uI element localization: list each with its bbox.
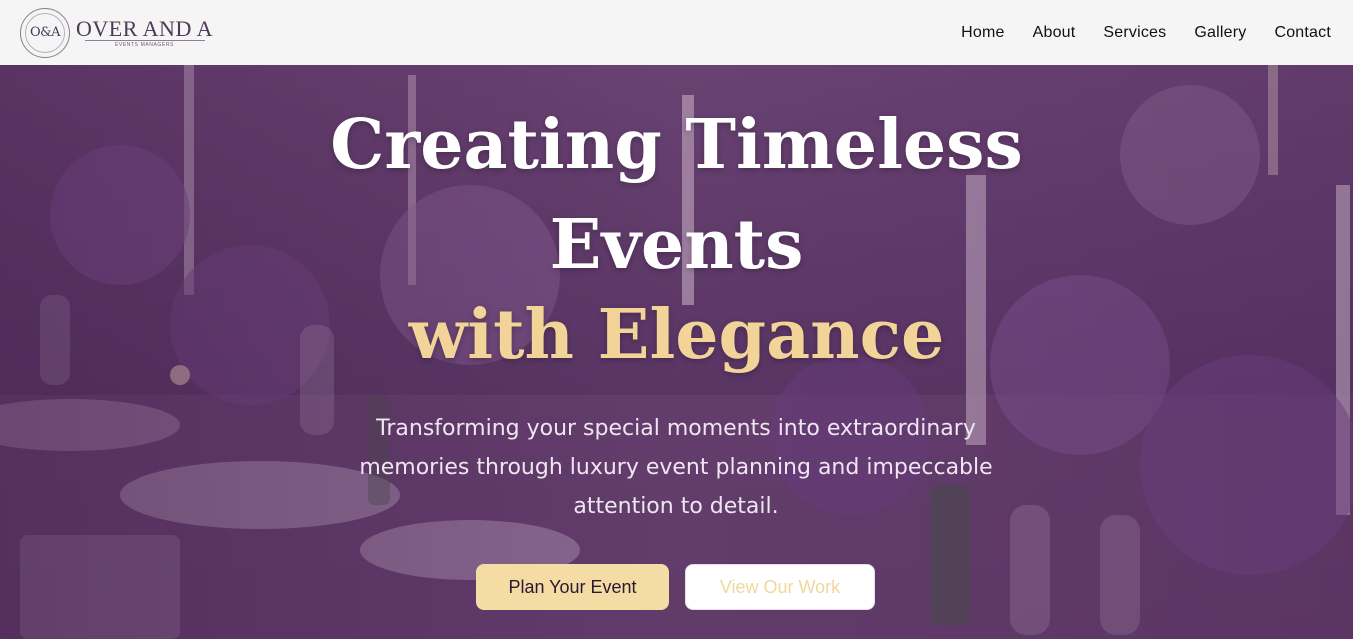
logo-emblem-icon: O&A (20, 7, 70, 58)
view-work-button[interactable]: View Our Work (685, 564, 875, 610)
plan-event-button[interactable]: Plan Your Event (476, 564, 669, 610)
hero-title-accent: with Elegance (408, 295, 945, 375)
brand-text: OVER AND A EVENTS MANAGERS (76, 15, 214, 48)
logo-monogram: O&A (29, 25, 61, 40)
nav-services[interactable]: Services (1103, 24, 1166, 42)
brand-logo[interactable]: O&A OVER AND A EVENTS MANAGERS (20, 7, 214, 58)
hero-title-line2: Events (549, 205, 804, 285)
hero-content: Creating Timeless Events with Elegance T… (0, 65, 1353, 639)
hero-section: Creating Timeless Events with Elegance T… (0, 65, 1353, 639)
brand-tagline: EVENTS MANAGERS (84, 39, 205, 48)
hero-subtitle: Transforming your special moments into e… (359, 416, 993, 519)
nav-gallery[interactable]: Gallery (1194, 24, 1246, 42)
nav-home[interactable]: Home (961, 24, 1004, 42)
nav-contact[interactable]: Contact (1274, 24, 1331, 42)
nav-about[interactable]: About (1033, 24, 1076, 42)
hero-title-line1: Creating Timeless (330, 105, 1023, 185)
site-header: O&A OVER AND A EVENTS MANAGERS Home Abou… (0, 0, 1353, 65)
brand-name: OVER AND A (76, 15, 214, 41)
main-nav: Home About Services Gallery Contact (961, 24, 1331, 42)
